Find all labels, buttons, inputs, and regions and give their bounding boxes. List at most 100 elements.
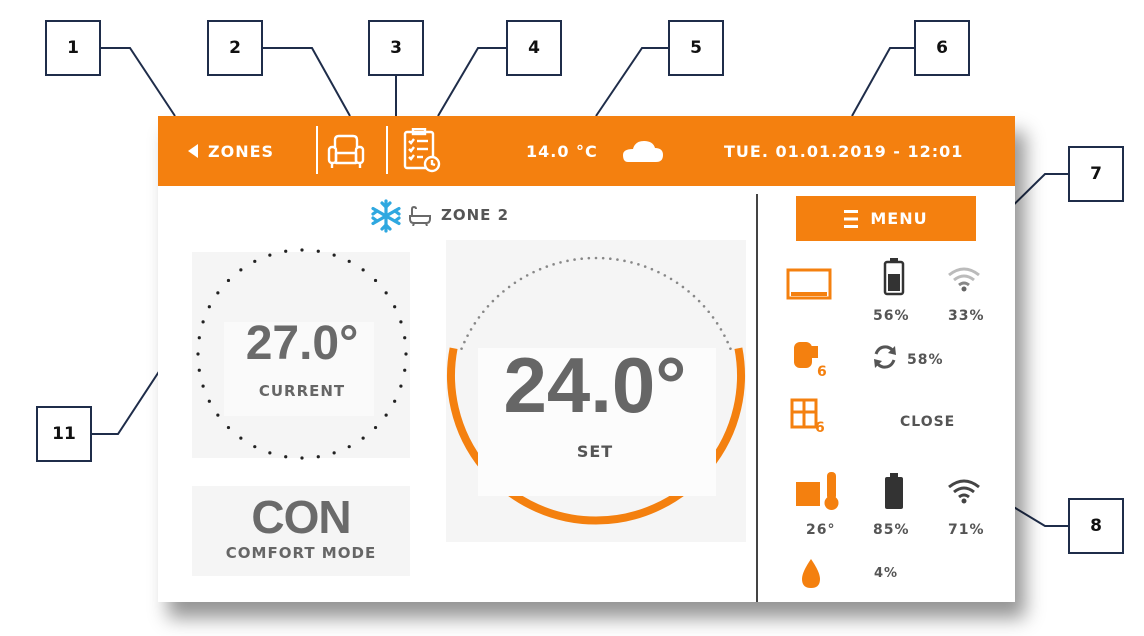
callout-6: 6	[914, 20, 970, 76]
mode-label: COMFORT MODE	[225, 544, 377, 562]
zones-label: ZONES	[208, 142, 275, 161]
dial-dot	[715, 322, 719, 325]
callout-number: 5	[690, 38, 702, 58]
zones-back-button[interactable]: ZONES	[180, 134, 300, 168]
dial-dot	[675, 281, 679, 285]
dial-dot	[623, 259, 626, 263]
dial-dot	[268, 451, 272, 455]
cloud-icon	[623, 141, 663, 162]
room-sensor-icon[interactable]	[796, 472, 844, 512]
actuator-opening-value: 58%	[907, 352, 944, 368]
dial-dot	[316, 249, 320, 253]
battery-icon	[883, 258, 905, 296]
menu-button[interactable]: MENU	[796, 196, 976, 241]
mode-code[interactable]: CON	[192, 490, 410, 544]
dial-dot	[650, 267, 654, 271]
dial-dot	[637, 263, 640, 266]
dial-dot	[373, 425, 378, 430]
dial-dot	[226, 278, 231, 283]
dial-dot	[473, 322, 477, 325]
dial-dot	[538, 267, 542, 271]
dial-dot	[197, 336, 201, 340]
dial-dot	[399, 320, 403, 324]
dial-dot	[384, 291, 388, 295]
dial-dot	[226, 425, 231, 430]
dial-dot	[300, 248, 304, 252]
dial-dot	[723, 334, 726, 337]
right-panel-divider	[756, 194, 758, 602]
dial-dot	[384, 413, 388, 417]
armchair-icon[interactable]	[326, 131, 366, 171]
dial-dot	[201, 384, 205, 388]
dial-dot	[216, 413, 220, 417]
dial-dot	[284, 455, 288, 459]
zone-name: ZONE 2	[441, 206, 510, 224]
dial-dot	[587, 256, 591, 260]
window-state: CLOSE	[900, 414, 956, 430]
sensor-signal-value: 71%	[948, 522, 985, 538]
dial-dot	[201, 320, 205, 324]
dial-dot	[196, 352, 200, 356]
dial-dot	[300, 456, 304, 460]
dial-dot	[347, 445, 351, 449]
dial-dot	[616, 258, 619, 261]
callout-2: 2	[207, 20, 263, 76]
dial-dot	[477, 316, 481, 319]
callout-3: 3	[368, 20, 424, 76]
callout-number: 7	[1090, 164, 1102, 184]
dial-dot	[719, 328, 723, 331]
dial-dot	[216, 291, 220, 295]
dial-dot	[403, 336, 407, 340]
dial-dot	[657, 270, 660, 274]
dial-dot	[519, 277, 523, 281]
dial-dot	[403, 368, 407, 372]
set-label: SET	[576, 442, 614, 461]
date-time: TUE. 01.01.2019 - 12:01	[724, 142, 964, 161]
dial-dot	[197, 368, 201, 372]
set-temperature: 24.0°	[503, 341, 687, 429]
callout-4: 4	[506, 20, 562, 76]
refresh-icon	[874, 345, 896, 369]
snowflake-icon	[371, 199, 401, 233]
actuator-count: 6	[817, 364, 827, 380]
callout-5: 5	[668, 20, 724, 76]
callout-number: 1	[67, 38, 79, 58]
panel-battery-value: 56%	[873, 308, 910, 324]
dial-dot	[253, 445, 257, 449]
dial-dot	[580, 257, 583, 261]
dial-dot	[643, 265, 647, 268]
wifi-signal-icon	[948, 479, 980, 504]
dial-dot	[663, 274, 667, 277]
callout-7: 7	[1068, 146, 1124, 202]
callout-11: 11	[36, 406, 92, 462]
divider	[386, 126, 388, 174]
dial-dot	[239, 268, 243, 272]
schedule-icon[interactable]	[402, 128, 442, 174]
dial-dot	[532, 270, 535, 274]
dial-dot	[268, 253, 272, 257]
callout-number: 11	[52, 424, 76, 444]
dial-dot	[399, 384, 403, 388]
dial-dot	[702, 304, 706, 308]
dial-dot	[507, 285, 511, 289]
dial-dot	[332, 253, 336, 257]
dial-dot	[393, 399, 397, 403]
divider	[316, 126, 318, 174]
dial-dot	[669, 277, 673, 281]
dial-dot	[601, 256, 605, 260]
current-label: CURRENT	[258, 382, 346, 400]
dial-dot	[545, 265, 549, 268]
dial-dot	[393, 305, 397, 309]
callout-number: 6	[936, 38, 948, 58]
dial-dot	[552, 263, 555, 266]
dial-dot	[697, 299, 701, 303]
dial-dot	[316, 455, 320, 459]
dial-dot	[687, 290, 690, 293]
control-panel-icon[interactable]	[786, 268, 832, 302]
dial-dot	[502, 290, 505, 293]
wifi-signal-icon	[948, 267, 980, 292]
dial-dot	[482, 310, 485, 314]
callout-number: 4	[528, 38, 540, 58]
dial-dot	[525, 274, 529, 277]
dial-dot	[681, 285, 685, 289]
